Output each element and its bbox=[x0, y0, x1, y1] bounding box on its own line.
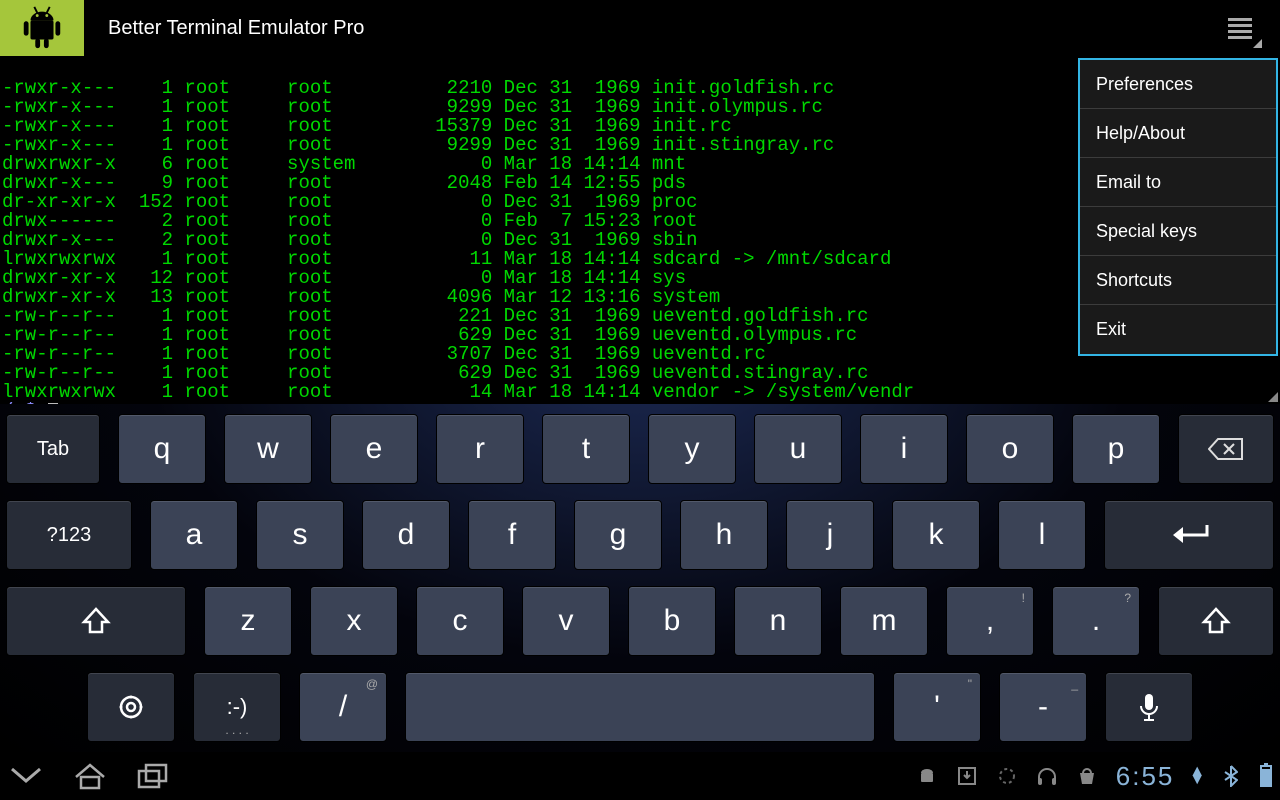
app-header: Better Terminal Emulator Pro bbox=[0, 0, 1280, 56]
key-voice[interactable] bbox=[1105, 672, 1193, 742]
key-y[interactable]: y bbox=[648, 414, 736, 484]
key-h[interactable]: h bbox=[680, 500, 768, 570]
status-battery-icon bbox=[1260, 765, 1272, 787]
key-b[interactable]: b bbox=[628, 586, 716, 656]
system-navbar: 6:55 ▲▼ bbox=[0, 752, 1280, 800]
key-enter[interactable] bbox=[1104, 500, 1274, 570]
key-shift-left[interactable] bbox=[6, 586, 186, 656]
key-settings[interactable] bbox=[87, 672, 175, 742]
keyboard-row-1: Tab q w e r t y u i o p bbox=[0, 414, 1280, 484]
key-c[interactable]: c bbox=[416, 586, 504, 656]
menu-item-help-about[interactable]: Help/About bbox=[1080, 109, 1276, 158]
app-title: Better Terminal Emulator Pro bbox=[108, 17, 364, 40]
menu-item-exit[interactable]: Exit bbox=[1080, 305, 1276, 354]
key-k[interactable]: k bbox=[892, 500, 980, 570]
microphone-icon bbox=[1138, 692, 1160, 722]
backspace-icon bbox=[1208, 437, 1244, 461]
key-v[interactable]: v bbox=[522, 586, 610, 656]
home-icon bbox=[72, 761, 108, 791]
key-g[interactable]: g bbox=[574, 500, 662, 570]
key-s[interactable]: s bbox=[256, 500, 344, 570]
key-x[interactable]: x bbox=[310, 586, 398, 656]
key-q[interactable]: q bbox=[118, 414, 206, 484]
chevron-down-icon bbox=[8, 765, 44, 787]
app-icon bbox=[0, 0, 84, 56]
shift-icon bbox=[81, 606, 111, 636]
key-comma[interactable]: ,! bbox=[946, 586, 1034, 656]
enter-icon bbox=[1167, 523, 1211, 547]
nav-hide-keyboard[interactable] bbox=[8, 761, 44, 791]
overflow-menu: Preferences Help/About Email to Special … bbox=[1078, 58, 1278, 356]
key-j[interactable]: j bbox=[786, 500, 874, 570]
key-backspace[interactable] bbox=[1178, 414, 1274, 484]
nav-recents[interactable] bbox=[136, 761, 170, 791]
status-headphones-icon bbox=[1036, 765, 1058, 787]
keyboard-row-2: ?123 a s d f g h j k l bbox=[0, 500, 1280, 570]
key-shift-right[interactable] bbox=[1158, 586, 1274, 656]
overflow-menu-button[interactable] bbox=[1216, 8, 1264, 48]
nav-home[interactable] bbox=[72, 761, 108, 791]
key-period[interactable]: .? bbox=[1052, 586, 1140, 656]
key-t[interactable]: t bbox=[542, 414, 630, 484]
status-download-icon bbox=[956, 765, 978, 787]
navbar-left bbox=[8, 761, 170, 791]
key-symbols[interactable]: ?123 bbox=[6, 500, 132, 570]
key-z[interactable]: z bbox=[204, 586, 292, 656]
menu-item-special-keys[interactable]: Special keys bbox=[1080, 207, 1276, 256]
status-bluetooth-icon bbox=[1220, 765, 1242, 787]
menu-item-shortcuts[interactable]: Shortcuts bbox=[1080, 256, 1276, 305]
key-apostrophe[interactable]: '" bbox=[893, 672, 981, 742]
shift-icon bbox=[1201, 606, 1231, 636]
key-o[interactable]: o bbox=[966, 414, 1054, 484]
key-r[interactable]: r bbox=[436, 414, 524, 484]
key-i[interactable]: i bbox=[860, 414, 948, 484]
on-screen-keyboard: Tab q w e r t y u i o p ?123 a s d f g h… bbox=[0, 404, 1280, 753]
android-icon bbox=[18, 4, 66, 52]
key-space[interactable] bbox=[405, 672, 875, 742]
recents-icon bbox=[136, 762, 170, 790]
key-m[interactable]: m bbox=[840, 586, 928, 656]
menu-item-preferences[interactable]: Preferences bbox=[1080, 60, 1276, 109]
hamburger-icon bbox=[1228, 18, 1252, 39]
key-emoji[interactable]: :-). . . . bbox=[193, 672, 281, 742]
key-l[interactable]: l bbox=[998, 500, 1086, 570]
status-android-icon bbox=[916, 765, 938, 787]
scroll-corner-icon bbox=[1268, 392, 1278, 402]
key-dash[interactable]: -_ bbox=[999, 672, 1087, 742]
key-w[interactable]: w bbox=[224, 414, 312, 484]
key-f[interactable]: f bbox=[468, 500, 556, 570]
key-tab[interactable]: Tab bbox=[6, 414, 100, 484]
key-d[interactable]: d bbox=[362, 500, 450, 570]
key-e[interactable]: e bbox=[330, 414, 418, 484]
key-a[interactable]: a bbox=[150, 500, 238, 570]
status-store-icon bbox=[1076, 765, 1098, 787]
menu-item-email-to[interactable]: Email to bbox=[1080, 158, 1276, 207]
key-slash[interactable]: /@ bbox=[299, 672, 387, 742]
status-sync-icon bbox=[996, 765, 1018, 787]
key-p[interactable]: p bbox=[1072, 414, 1160, 484]
keyboard-row-4: :-). . . . /@ '" -_ bbox=[0, 672, 1280, 742]
status-data-icon: ▲▼ bbox=[1192, 768, 1202, 784]
navbar-right: 6:55 ▲▼ bbox=[916, 761, 1272, 792]
status-clock: 6:55 bbox=[1116, 761, 1175, 792]
keyboard-row-3: z x c v b n m ,! .? bbox=[0, 586, 1280, 656]
gear-icon bbox=[117, 693, 145, 721]
dropdown-indicator-icon bbox=[1253, 39, 1262, 48]
key-u[interactable]: u bbox=[754, 414, 842, 484]
key-n[interactable]: n bbox=[734, 586, 822, 656]
